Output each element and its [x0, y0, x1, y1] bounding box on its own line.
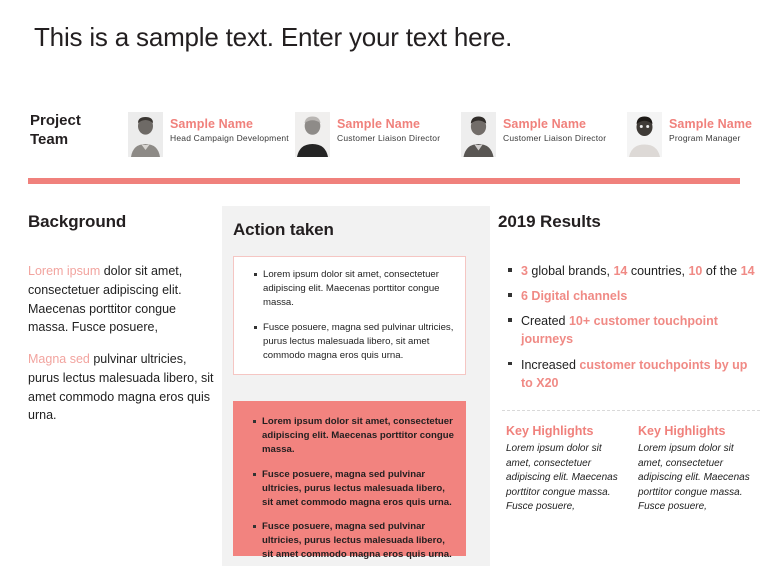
highlight-text: 3: [521, 264, 528, 278]
team-member-role: Customer Liaison Director: [503, 133, 607, 144]
action-taken-pink-box: Lorem ipsum dolor sit amet, consectetuer…: [233, 401, 466, 560]
action-taken-white-box: Lorem ipsum dolor sit amet, consectetuer…: [233, 256, 466, 376]
dotted-divider: [502, 410, 760, 411]
team-member-role: Customer Liaison Director: [337, 133, 441, 144]
team-member-info: Sample Name Head Campaign Development: [170, 112, 289, 144]
accent-divider-rule: [28, 178, 740, 184]
team-member-name: Sample Name: [503, 117, 587, 131]
action-taken-white-list: Lorem ipsum dolor sit amet, consectetuer…: [240, 268, 455, 362]
plain-text: countries,: [627, 264, 689, 278]
list-item: Created 10+ customer touchpoint journeys: [508, 312, 760, 348]
results-title: 2019 Results: [498, 212, 601, 231]
background-paragraph-accent: Magna sed: [28, 352, 90, 366]
highlight-text: 10: [688, 264, 703, 278]
team-member-photo: [128, 112, 163, 157]
background-body: Lorem ipsum dolor sit amet, consectetuer…: [28, 262, 214, 425]
action-taken-column: Action taken Lorem ipsum dolor sit amet,…: [222, 206, 490, 566]
key-highlight-title: Key Highlights: [506, 424, 594, 438]
project-team-label-line2: Team: [30, 130, 69, 148]
plain-text: Created: [521, 314, 569, 329]
key-highlight-block: Key Highlights Lorem ipsum dolor sit ame…: [506, 424, 622, 515]
list-item: Fusce posuere, magna sed pulvinar ultric…: [254, 321, 455, 363]
team-member-info: Sample Name Program Manager: [669, 112, 752, 144]
slide-headline: This is a sample text. Enter your text h…: [34, 22, 513, 52]
highlight-text: 14: [740, 264, 755, 278]
list-item: Lorem ipsum dolor sit amet, consectetuer…: [254, 268, 455, 310]
key-highlight-block: Key Highlights Lorem ipsum dolor sit ame…: [638, 424, 754, 515]
team-member-role: Program Manager: [669, 133, 741, 144]
team-member-name: Sample Name: [170, 117, 254, 131]
highlight-text: 6 Digital channels: [521, 289, 628, 304]
results-list: 3 global brands, 14 countries, 10 of the…: [498, 262, 760, 392]
list-item: 3 global brands, 14 countries, 10 of the…: [508, 262, 760, 280]
team-member-photo: [295, 112, 330, 157]
background-paragraph: Magna sed pulvinar ultricies, purus lect…: [28, 350, 214, 425]
key-highlights-wrap: Key Highlights Lorem ipsum dolor sit ame…: [506, 424, 760, 515]
team-member-photo: [627, 112, 662, 157]
background-title: Background: [28, 212, 127, 231]
team-member[interactable]: Sample Name Program Manager: [627, 112, 752, 157]
key-highlight-title: Key Highlights: [638, 424, 726, 438]
team-member-name: Sample Name: [337, 117, 421, 131]
project-team-label: Project Team: [30, 112, 125, 150]
background-column: Background Lorem ipsum dolor sit amet, c…: [28, 212, 214, 438]
project-team-band: Project Team Sample Name Head Campaign D…: [0, 104, 768, 168]
plain-text: Increased: [521, 357, 580, 372]
action-taken-title: Action taken: [233, 220, 334, 239]
list-item: Fusce posuere, magna sed pulvinar ultric…: [253, 468, 454, 510]
project-team-label-line1: Project: [30, 112, 81, 129]
results-column: 2019 Results 3 global brands, 14 countri…: [498, 212, 760, 512]
plain-text: global brands,: [527, 264, 614, 278]
team-member-info: Sample Name Customer Liaison Director: [503, 112, 606, 144]
team-member[interactable]: Sample Name Customer Liaison Director: [295, 112, 440, 157]
highlight-text: 14: [613, 264, 628, 278]
team-member-name: Sample Name: [669, 117, 753, 131]
list-item: 6 Digital channels: [508, 287, 760, 305]
key-highlight-body: Lorem ipsum dolor sit amet, consectetuer…: [638, 443, 750, 512]
team-member-role: Head Campaign Development: [170, 133, 289, 144]
team-member-info: Sample Name Customer Liaison Director: [337, 112, 440, 144]
plain-text: of the: [702, 264, 741, 278]
team-member[interactable]: Sample Name Head Campaign Development: [128, 112, 289, 157]
list-item: Fusce posuere, magna sed pulvinar ultric…: [253, 520, 454, 562]
list-item: Increased customer touchpoints by up to …: [508, 356, 760, 392]
key-highlight-body: Lorem ipsum dolor sit amet, consectetuer…: [506, 443, 618, 512]
action-taken-pink-list: Lorem ipsum dolor sit amet, consectetuer…: [239, 415, 454, 562]
slide-canvas: This is a sample text. Enter your text h…: [0, 0, 768, 576]
background-paragraph-accent: Lorem ipsum: [28, 264, 101, 278]
team-member-photo: [461, 112, 496, 157]
list-item: Lorem ipsum dolor sit amet, consectetuer…: [253, 415, 454, 457]
team-member[interactable]: Sample Name Customer Liaison Director: [461, 112, 606, 157]
background-paragraph: Lorem ipsum dolor sit amet, consectetuer…: [28, 262, 214, 337]
